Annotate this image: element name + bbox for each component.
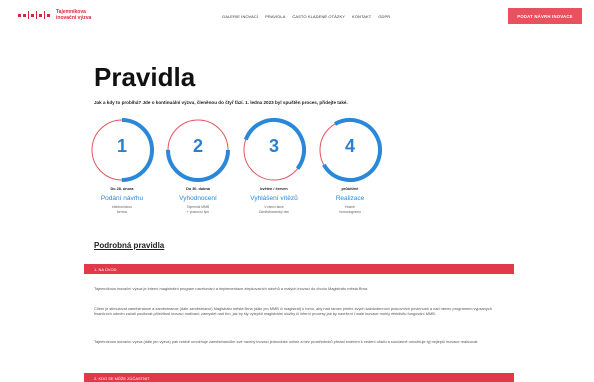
step-3-title: Vyhlášení vítězů <box>250 195 298 202</box>
nav-item-pravidla[interactable]: PRAVIDLA <box>265 14 285 19</box>
step-3-desc-line-2: Zaměstnanecký den <box>258 209 290 214</box>
page-subtitle: Jak a kdy to probíhá? Jde o kontinuální … <box>94 100 348 105</box>
step-3-date: květen / červen <box>260 187 288 191</box>
nav-item-gdpr[interactable]: GDPR <box>378 14 390 19</box>
nav-item-faq[interactable]: ČASTO KLADENÉ OTÁZKY <box>292 14 345 19</box>
logo[interactable]: Tajemníkova inovační výzva <box>18 9 91 21</box>
step-2-desc: Tajemník MMB + pracovní tým <box>164 205 232 215</box>
page-title: Pravidla <box>94 62 196 92</box>
main-nav: GALERIE INOVACÍ PRAVIDLA ČASTO KLADENÉ O… <box>222 14 390 19</box>
step-1-desc: elektronickou formou <box>88 205 156 215</box>
rules-paragraph-2: Cílem je stimulovat zaměstnance a zaměst… <box>94 306 492 317</box>
rules-paragraph-3: Tajemníkova inovační výzva (dále jen výz… <box>94 339 479 344</box>
step-1-date: Do 28. února <box>110 187 134 191</box>
submit-innovation-button[interactable]: PODAT NÁVRH INOVACE <box>508 8 582 24</box>
nav-item-galerie[interactable]: GALERIE INOVACÍ <box>222 14 258 19</box>
section-banner-intro[interactable]: 1. NA ÚVOD <box>84 264 514 274</box>
step-4-number: 4 <box>344 136 355 156</box>
step-4-desc-line-2: hornonogramu <box>338 209 362 214</box>
detailed-rules-heading: Podrobná pravidla <box>94 241 165 250</box>
step-2-title: Vyhodnocení <box>179 195 217 202</box>
step-2: 2 Do 30. dubna Vyhodnocení Tajemník MMB … <box>164 116 232 215</box>
step-3-desc: V rámci akce Zaměstnanecký den <box>240 205 308 215</box>
logo-mark-icon <box>18 11 50 19</box>
step-1-desc-line-2: formou <box>116 209 128 214</box>
step-4-desc: Hodně hornonogramu <box>316 205 384 215</box>
step-2-number: 2 <box>192 136 203 156</box>
logo-line-2: inovační výzva <box>56 15 92 21</box>
rules-paragraph-1: Tajemníkova inovační výzva je interní ma… <box>94 286 369 291</box>
nav-item-kontakt[interactable]: KONTAKT <box>352 14 371 19</box>
process-steps: 1 Do 28. února Podání návrhu elektronick… <box>88 116 388 236</box>
step-1-number: 1 <box>116 136 127 156</box>
step-1-title: Podání návrhu <box>100 195 144 202</box>
step-3: 3 květen / červen Vyhlášení vítězů V rám… <box>240 116 308 215</box>
step-4-title: Realizace <box>335 195 365 202</box>
step-1: 1 Do 28. února Podání návrhu elektronick… <box>88 116 156 215</box>
logo-text: Tajemníkova inovační výzva <box>56 9 91 21</box>
section-banner-participants[interactable]: 2. KDO SE MŮŽE ZÚČASTNIT <box>84 373 514 382</box>
step-2-date: Do 30. dubna <box>186 187 210 191</box>
step-3-number: 3 <box>268 136 279 156</box>
step-2-desc-line-2: + pracovní tým <box>186 209 210 214</box>
step-4: 4 průběžně Realizace Hodně hornonogramu <box>316 116 384 215</box>
site-header: Tajemníkova inovační výzva GALERIE INOVA… <box>0 0 594 34</box>
step-4-date: průběžně <box>341 187 359 191</box>
